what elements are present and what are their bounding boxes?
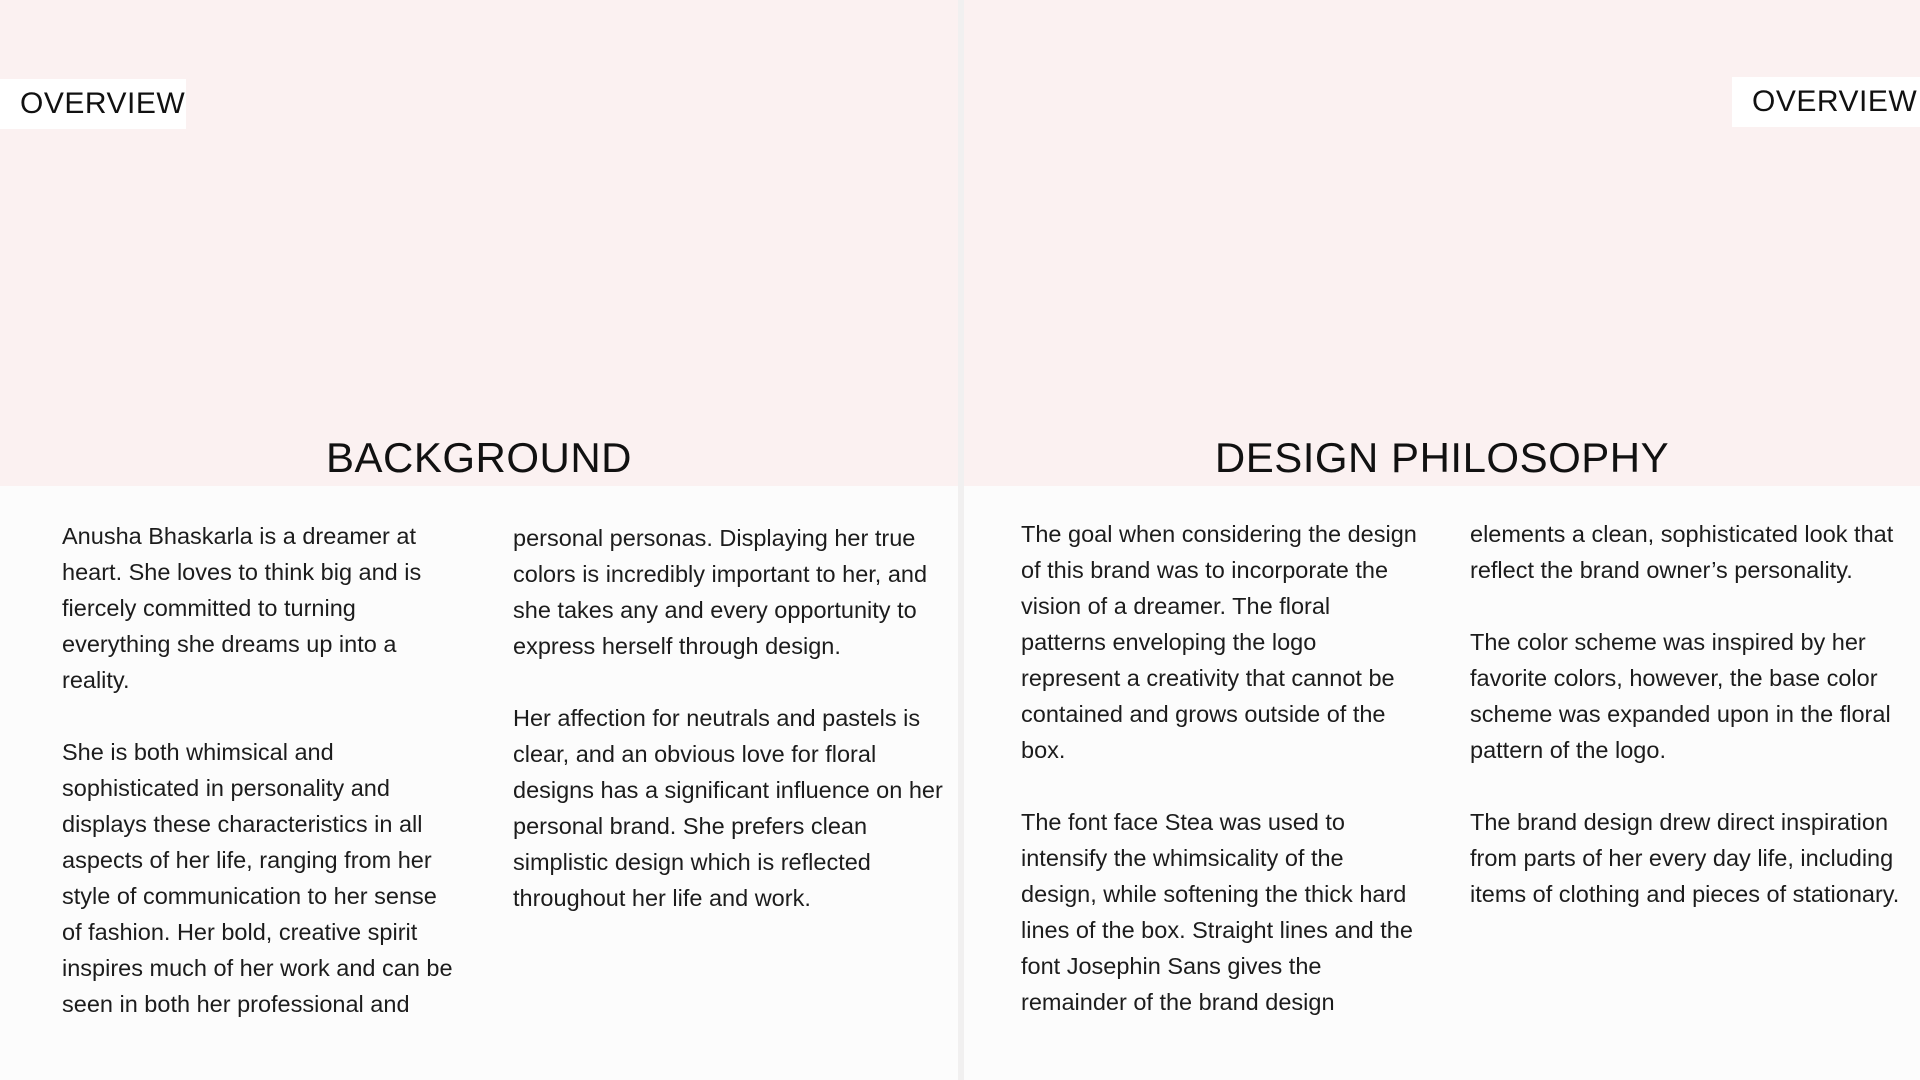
paragraph: She is both whimsical and sophisticated …	[62, 739, 453, 1017]
paragraph: The font face Stea was used to intensify…	[1021, 809, 1413, 1015]
section-heading-background: BACKGROUND	[325, 434, 633, 481]
paragraph: elements a clean, sophisticated look tha…	[1470, 521, 1894, 583]
text-column-1: The goal when considering the design of …	[1021, 516, 1421, 1056]
section-heading-design-philosophy: DESIGN PHILOSOPHY	[1214, 434, 1670, 481]
paragraph: Her affection for neutrals and pastels i…	[513, 705, 943, 911]
paragraph: personal personas. Displaying her true c…	[513, 525, 928, 659]
overview-tag: OVERVIEW	[0, 79, 186, 129]
overview-tag: OVERVIEW	[1732, 77, 1920, 127]
paragraph: Anusha Bhaskarla is a dreamer at heart. …	[62, 523, 422, 693]
paragraph: The color scheme was inspired by her fav…	[1470, 629, 1891, 763]
right-page: OVERVIEW DESIGN PHILOSOPHY The goal when…	[964, 0, 1920, 1080]
left-page: OVERVIEW BACKGROUND Anusha Bhaskarla is …	[0, 0, 958, 1080]
paragraph: The goal when considering the design of …	[1021, 521, 1417, 763]
text-column-2: personal personas. Displaying her true c…	[513, 520, 943, 952]
text-column-2: elements a clean, sophisticated look tha…	[1470, 516, 1900, 948]
background-banner: OVERVIEW BACKGROUND	[0, 0, 958, 486]
paragraph: The brand design drew direct inspiration…	[1470, 809, 1900, 907]
design-philosophy-banner: OVERVIEW DESIGN PHILOSOPHY	[964, 0, 1920, 486]
text-column-1: Anusha Bhaskarla is a dreamer at heart. …	[62, 518, 462, 1058]
